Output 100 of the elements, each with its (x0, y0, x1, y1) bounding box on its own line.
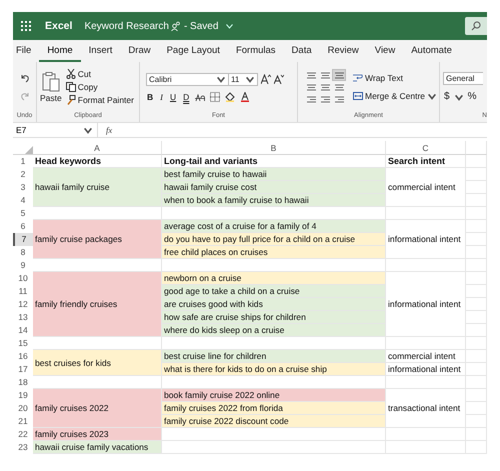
currency-button[interactable]: $ (443, 91, 451, 102)
column-header[interactable]: B (162, 141, 386, 155)
align-button[interactable] (333, 82, 345, 92)
align-button[interactable] (333, 94, 345, 104)
ribbon-tab[interactable]: Page Layout (158, 40, 228, 62)
borders-icon (210, 92, 220, 102)
row-number[interactable]: 16 (13, 350, 33, 363)
empty-cell (466, 259, 487, 272)
empty-cell (466, 155, 487, 168)
cut-button[interactable]: Cut (66, 69, 134, 79)
wrap-text-button[interactable]: Wrap Text (353, 73, 437, 83)
table-cell: family cruise 2022 discount code (162, 415, 386, 428)
row-number[interactable]: 21 (13, 415, 33, 428)
ribbon-tab[interactable]: Insert (80, 40, 120, 62)
row-number[interactable]: 5 (13, 207, 33, 220)
save-status: - Saved (184, 20, 218, 32)
row-number[interactable]: 15 (13, 337, 33, 350)
table-cell: commercial intent (386, 350, 466, 363)
row-number[interactable]: 10 (13, 272, 33, 285)
empty-cell (466, 233, 487, 246)
empty-cell (466, 194, 487, 207)
undo-icon[interactable] (20, 73, 30, 83)
align-icon (320, 84, 330, 90)
empty-cell (466, 168, 487, 181)
empty-cell (466, 272, 487, 285)
search-button[interactable] (465, 17, 487, 35)
row-number[interactable]: 2 (13, 168, 33, 181)
increase-font-icon (261, 74, 271, 84)
row-number[interactable]: 22 (13, 428, 33, 441)
row-number[interactable]: 14 (13, 324, 33, 337)
align-button[interactable] (319, 82, 331, 92)
table-cell: informational intent (386, 220, 466, 259)
row-number[interactable]: 1 (13, 155, 33, 168)
ribbon-tab[interactable]: Review (320, 40, 367, 62)
caret-icon (427, 91, 437, 101)
font-family-dropdown[interactable]: Calibri (146, 72, 229, 86)
align-button[interactable] (319, 70, 331, 80)
document-title[interactable]: Keyword Research (84, 20, 169, 32)
row-number[interactable]: 8 (13, 246, 33, 259)
align-icon (320, 72, 330, 78)
table-cell: commercial intent (386, 168, 466, 207)
column-header[interactable]: A (33, 141, 162, 155)
table-cell: best family cruise to hawaii (162, 168, 386, 181)
row-number[interactable]: 17 (13, 363, 33, 376)
empty-cell (466, 402, 487, 415)
ribbon-tab[interactable]: Data (284, 40, 320, 62)
empty-cell (466, 350, 487, 363)
empty-cell (466, 311, 487, 324)
table-cell: free child places on cruises (162, 246, 386, 259)
align-button[interactable] (319, 94, 331, 104)
font-size-dropdown[interactable]: 11 (228, 72, 258, 86)
paste-button[interactable]: Paste (40, 72, 62, 102)
row-number[interactable]: 9 (13, 259, 33, 272)
empty-cell (466, 337, 487, 350)
column-header[interactable]: C (386, 141, 466, 155)
ribbon-tab[interactable]: Automate (403, 40, 460, 62)
underline-button[interactable]: U (168, 92, 178, 102)
fill-color-icon (225, 92, 236, 102)
row-number[interactable]: 18 (13, 376, 33, 389)
table-cell: best cruise line for children (162, 350, 386, 363)
align-button[interactable] (305, 94, 317, 104)
empty-cell (466, 376, 487, 389)
row-number[interactable]: 3 (13, 181, 33, 194)
align-button[interactable] (333, 70, 345, 80)
table-cell: informational intent (386, 363, 466, 376)
row-number[interactable]: 19 (13, 389, 33, 402)
row-number[interactable]: 7 (13, 233, 33, 246)
row-number[interactable]: 13 (13, 311, 33, 324)
copy-icon (66, 82, 76, 92)
italic-button[interactable]: I (159, 92, 164, 102)
row-number[interactable]: 23 (13, 441, 33, 454)
table-cell: hawaii cruise family vacations (33, 441, 162, 454)
copy-button[interactable]: Copy (66, 82, 134, 92)
percent-button[interactable]: % (466, 91, 478, 102)
format-painter-button[interactable]: Format Painter (66, 95, 134, 105)
align-button[interactable] (305, 82, 317, 92)
table-cell: newborn on a cruise (162, 272, 386, 285)
table-cell: book family cruise 2022 online (162, 389, 386, 402)
double-underline-button[interactable]: D (182, 92, 190, 102)
row-number[interactable]: 20 (13, 402, 33, 415)
empty-cell (466, 181, 487, 194)
ribbon-tab[interactable]: Formulas (228, 40, 284, 62)
table-cell: hawaii family cruise cost (162, 181, 386, 194)
align-icon (334, 84, 344, 90)
row-number[interactable]: 12 (13, 298, 33, 311)
search-icon (471, 21, 481, 31)
ribbon-tab[interactable]: Draw (120, 40, 159, 62)
row-number[interactable]: 6 (13, 220, 33, 233)
merge-centre-button[interactable]: Merge & Centre (353, 91, 437, 101)
ribbon-tab[interactable]: File (13, 40, 40, 62)
name-box[interactable]: E7 (13, 123, 98, 137)
align-button[interactable] (305, 70, 317, 80)
ribbon-tab[interactable]: View (366, 40, 404, 62)
cell-reference: E7 (16, 125, 26, 135)
row-number[interactable]: 11 (13, 285, 33, 298)
insert-function-button[interactable]: fx (106, 125, 112, 135)
number-format-dropdown[interactable]: General (443, 72, 483, 85)
bold-button[interactable]: B (146, 92, 154, 102)
row-number[interactable]: 4 (13, 194, 33, 207)
app-launcher-icon[interactable] (21, 21, 31, 31)
